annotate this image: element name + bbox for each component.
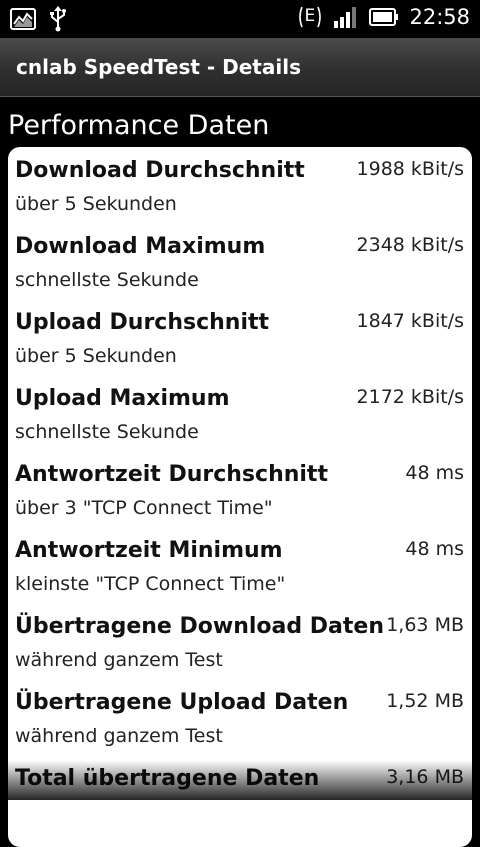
row-value: 1,63 MB [386,614,464,636]
row-value: 3,16 MB [386,766,464,788]
details-card: Download Durchschnitt 1988 kBit/s über 5… [8,147,472,847]
list-item[interactable]: Übertragene Upload Daten 1,52 MB während… [8,679,472,755]
battery-icon [369,7,399,27]
row-description: schnellste Sekunde [15,269,199,291]
row-value: 1847 kBit/s [356,310,464,332]
usb-icon [48,6,68,32]
row-value: 1988 kBit/s [356,158,464,180]
row-value: 2172 kBit/s [356,386,464,408]
status-time: 22:58 [409,5,470,29]
row-label: Upload Maximum [15,386,230,411]
page-title: cnlab SpeedTest - Details [16,55,301,79]
section-heading: Performance Daten [8,110,270,141]
row-value: 48 ms [405,538,464,560]
title-bar: cnlab SpeedTest - Details [0,38,480,97]
row-label: Total übertragene Daten [15,766,320,791]
row-label: Übertragene Download Daten [15,614,384,639]
row-value: 2348 kBit/s [356,234,464,256]
row-label: Download Maximum [15,234,266,259]
list-item[interactable]: Download Maximum 2348 kBit/s schnellste … [8,223,472,299]
chart-notification-icon [10,8,36,30]
list-item[interactable]: Upload Maximum 2172 kBit/s schnellste Se… [8,375,472,451]
row-description: während ganzem Test [15,725,223,747]
list-item[interactable]: Total übertragene Daten 3,16 MB [8,755,472,831]
row-description: über 5 Sekunden [15,193,177,215]
list-item[interactable]: Antwortzeit Durchschnitt 48 ms über 3 "T… [8,451,472,527]
list-item[interactable]: Antwortzeit Minimum 48 ms kleinste "TCP … [8,527,472,603]
row-value: 1,52 MB [386,690,464,712]
status-bar-left [10,6,68,32]
row-description: während ganzem Test [15,649,223,671]
network-type-label: E [304,6,316,26]
row-value: 48 ms [405,462,464,484]
row-label: Upload Durchschnitt [15,310,270,335]
row-label: Antwortzeit Durchschnitt [15,462,328,487]
list-item[interactable]: Upload Durchschnitt 1847 kBit/s über 5 S… [8,299,472,375]
row-label: Übertragene Upload Daten [15,690,349,715]
row-label: Download Durchschnitt [15,158,305,183]
status-bar: E 22:58 [0,0,480,38]
signal-icon [333,5,359,29]
status-bar-right: E 22:58 [297,4,470,30]
list-item[interactable]: Übertragene Download Daten 1,63 MB währe… [8,603,472,679]
row-description: schnellste Sekunde [15,421,199,443]
row-description: über 3 "TCP Connect Time" [15,497,273,519]
row-description: über 5 Sekunden [15,345,177,367]
row-label: Antwortzeit Minimum [15,538,283,563]
row-description: kleinste "TCP Connect Time" [15,573,286,595]
list-item[interactable]: Download Durchschnitt 1988 kBit/s über 5… [8,147,472,223]
network-e-icon: E [297,4,323,30]
